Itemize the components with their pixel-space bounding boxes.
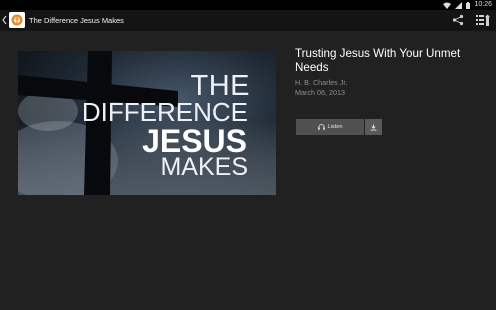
listen-label: Listen [327,124,343,130]
queue-icon[interactable] [476,14,490,27]
sermon-title: Trusting Jesus With Your Unmet Needs [295,47,461,74]
sermon-info: Trusting Jesus With Your Unmet Needs H. … [295,47,485,98]
page-title: The Difference Jesus Makes [29,16,124,25]
share-icon[interactable] [452,14,464,26]
back-chevron-icon[interactable] [1,14,7,26]
action-bar: The Difference Jesus Makes [0,10,496,31]
signal-icon [455,1,463,9]
download-icon [370,124,377,130]
artwork-text-makes: MAKES [160,153,248,181]
sermon-actions: Listen [296,119,382,135]
wifi-icon [443,2,452,9]
sermon-artwork: THE DIFFERENCE JESUS MAKES [18,51,276,195]
headphones-icon [317,124,325,130]
sermon-date: March 06, 2013 [295,88,345,97]
status-bar: 10:26 [0,0,496,10]
status-time: 10:26 [474,1,492,8]
listen-button[interactable]: Listen [296,119,364,135]
sermon-speaker: H. B. Charles Jr. [295,78,348,87]
status-icons: 10:26 [443,0,492,10]
app-logo[interactable] [9,12,25,28]
battery-icon [466,1,471,9]
download-button[interactable] [365,119,382,135]
